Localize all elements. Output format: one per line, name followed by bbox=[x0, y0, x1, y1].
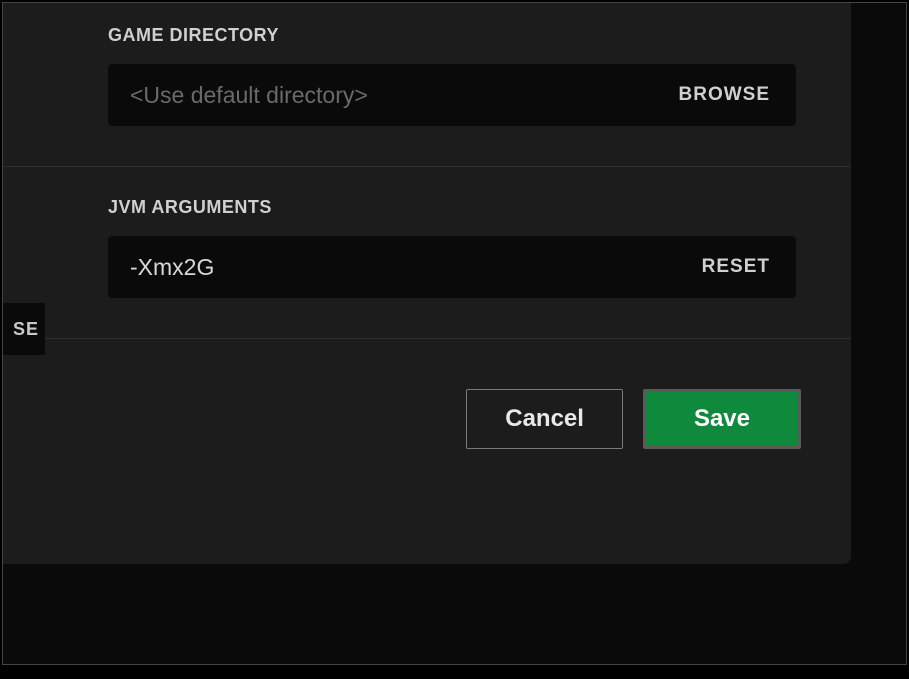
jvm-arguments-section: JVM ARGUMENTS RESET bbox=[3, 175, 851, 320]
settings-panel: GAME DIRECTORY BROWSE JVM ARGUMENTS RESE… bbox=[3, 3, 851, 564]
divider bbox=[3, 166, 851, 167]
divider-2 bbox=[3, 338, 851, 339]
reset-button[interactable]: RESET bbox=[698, 256, 774, 278]
outer-frame: GAME DIRECTORY BROWSE JVM ARGUMENTS RESE… bbox=[2, 2, 907, 665]
browse-button[interactable]: BROWSE bbox=[675, 84, 775, 106]
cancel-button[interactable]: Cancel bbox=[466, 389, 623, 449]
jvm-arguments-label: JVM ARGUMENTS bbox=[108, 197, 796, 218]
game-directory-input[interactable] bbox=[130, 82, 675, 109]
left-fragment: SE bbox=[3, 303, 45, 355]
game-directory-section: GAME DIRECTORY BROWSE bbox=[3, 3, 851, 148]
dialog-buttons: Cancel Save bbox=[3, 351, 851, 479]
game-directory-row: BROWSE bbox=[108, 64, 796, 126]
jvm-arguments-row: RESET bbox=[108, 236, 796, 298]
game-directory-label: GAME DIRECTORY bbox=[108, 25, 796, 46]
save-button[interactable]: Save bbox=[643, 389, 801, 449]
jvm-arguments-input[interactable] bbox=[130, 254, 698, 281]
